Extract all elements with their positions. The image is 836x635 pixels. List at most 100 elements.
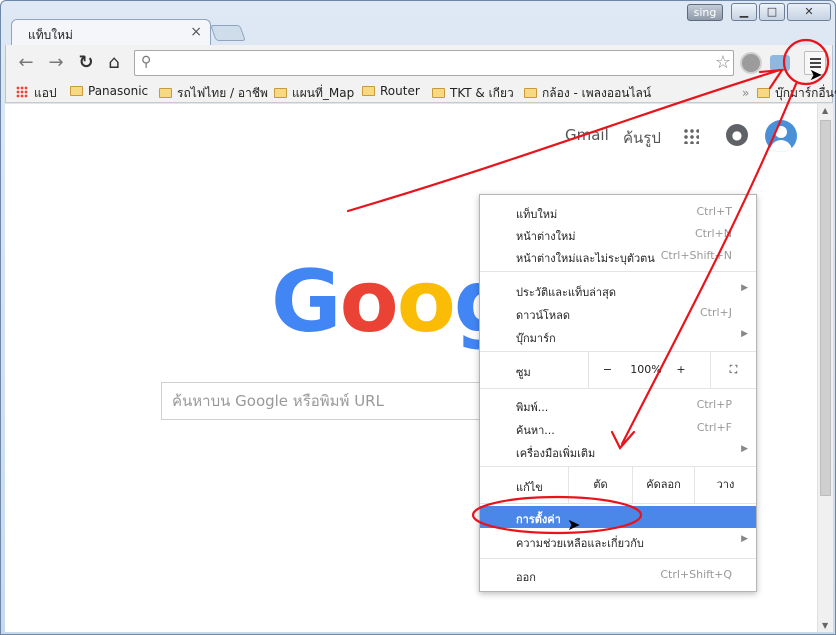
- menu-item-print[interactable]: พิมพ์... Ctrl+P: [480, 394, 756, 416]
- menu-label: หน้าต่างใหม่และไม่ระบุตัวตน: [516, 252, 655, 265]
- bookmark-folder-tkt[interactable]: TKT & เกียว: [432, 84, 514, 103]
- browser-window: แท็บใหม่ × sing ▁ □ ✕ ← → ↻ ⌂ ⚲ ☆ แอป Pa…: [0, 0, 836, 635]
- menu-shortcut: Ctrl+T: [696, 205, 732, 218]
- bookmark-folder-camera[interactable]: กล้อง - เพลงออนไลน์: [524, 84, 651, 103]
- menu-separator: [480, 558, 756, 559]
- bookmark-folder-railway[interactable]: รถไฟไทย / อาชีพ: [159, 84, 268, 103]
- menu-item-new-window[interactable]: หน้าต่างใหม่ Ctrl+N: [480, 223, 756, 245]
- close-window-button[interactable]: ✕: [787, 3, 831, 21]
- forward-arrow-icon[interactable]: →: [46, 53, 66, 73]
- menu-edit-row: แก้ไข ตัด คัดลอก วาง: [480, 467, 756, 503]
- logo-letter: o: [396, 252, 456, 352]
- bookmark-label: TKT & เกียว: [450, 86, 514, 100]
- menu-item-help[interactable]: ความช่วยเหลือและเกี่ยวกับ ▶: [480, 530, 756, 552]
- fullscreen-icon[interactable]: ⛶: [710, 352, 756, 388]
- address-bar[interactable]: ⚲ ☆: [134, 50, 734, 76]
- notifications-bell-icon[interactable]: ●: [726, 124, 748, 146]
- menu-item-settings[interactable]: การตั้งค่า: [480, 506, 756, 528]
- menu-item-bookmarks[interactable]: บุ๊กมาร์ก ▶: [480, 325, 756, 347]
- bookmark-other[interactable]: » บุ๊กมาร์กอื่นๆ: [742, 84, 836, 103]
- reload-icon[interactable]: ↻: [76, 53, 96, 73]
- menu-shortcut: Ctrl+Shift+Q: [660, 568, 732, 581]
- search-input[interactable]: [162, 383, 490, 419]
- menu-item-downloads[interactable]: ดาวน์โหลด Ctrl+J: [480, 302, 756, 324]
- menu-item-history[interactable]: ประวัติและแท็บล่าสุด ▶: [480, 279, 756, 301]
- camera-extension-icon[interactable]: [770, 55, 790, 71]
- account-avatar[interactable]: [765, 120, 797, 152]
- minimize-button[interactable]: ▁: [731, 3, 757, 21]
- gmail-link[interactable]: Gmail: [565, 126, 609, 144]
- menu-shortcut: Ctrl+Shift+N: [660, 249, 732, 262]
- extension-icon[interactable]: [740, 52, 762, 74]
- profile-badge[interactable]: sing: [687, 4, 723, 21]
- tab-title: แท็บใหม่: [28, 28, 73, 42]
- zoom-label: ซูม: [516, 366, 531, 379]
- menu-label: การตั้งค่า: [516, 513, 561, 526]
- apps-grid-icon: [16, 86, 28, 98]
- folder-icon: [362, 86, 375, 96]
- folder-icon: [274, 88, 287, 98]
- scroll-up-arrow-icon[interactable]: ▲: [822, 106, 828, 115]
- bookmark-label: กล้อง - เพลงออนไลน์: [542, 86, 652, 100]
- logo-letter: o: [339, 252, 399, 352]
- bookmark-folder-router[interactable]: Router: [362, 84, 420, 98]
- folder-icon: [757, 88, 771, 98]
- google-apps-icon[interactable]: [683, 128, 699, 144]
- folder-icon: [432, 88, 445, 98]
- mouse-cursor-icon: ➤: [809, 65, 823, 84]
- menu-separator: [480, 271, 756, 272]
- vertical-scrollbar[interactable]: ▲ ▼: [817, 104, 833, 632]
- folder-icon: [524, 88, 537, 98]
- menu-item-incognito[interactable]: หน้าต่างใหม่และไม่ระบุตัวตน Ctrl+Shift+N: [480, 245, 756, 267]
- maximize-button[interactable]: □: [759, 3, 785, 21]
- menu-separator: [480, 503, 756, 504]
- bookmark-star-icon[interactable]: ☆: [715, 52, 731, 73]
- images-link[interactable]: ค้นรูป: [623, 126, 661, 150]
- paste-button[interactable]: วาง: [694, 467, 756, 503]
- scroll-down-arrow-icon[interactable]: ▼: [822, 621, 828, 630]
- menu-label: บุ๊กมาร์ก: [516, 332, 556, 345]
- bookmark-folder-map[interactable]: แผนที่_Map: [274, 84, 354, 103]
- folder-icon: [159, 88, 172, 98]
- zoom-out-button[interactable]: −: [588, 352, 626, 388]
- submenu-arrow-icon: ▶: [741, 283, 748, 293]
- menu-label: ออก: [516, 571, 536, 584]
- menu-item-new-tab[interactable]: แท็บใหม่ Ctrl+T: [480, 201, 756, 223]
- bookmark-label: รถไฟไทย / อาชีพ: [177, 86, 268, 100]
- google-logo: Goog: [271, 252, 515, 352]
- menu-item-more-tools[interactable]: เครื่องมือเพิ่มเติม ▶: [480, 440, 756, 462]
- zoom-level: 100%: [630, 363, 662, 376]
- submenu-arrow-icon: ▶: [741, 444, 748, 454]
- home-icon[interactable]: ⌂: [104, 53, 124, 73]
- logo-letter: G: [271, 252, 342, 352]
- menu-label: ประวัติและแท็บล่าสุด: [516, 286, 616, 299]
- edit-label: แก้ไข: [516, 481, 543, 494]
- browser-toolbar: ← → ↻ ⌂ ⚲ ☆: [5, 45, 833, 81]
- menu-shortcut: Ctrl+F: [696, 421, 732, 434]
- submenu-arrow-icon: ▶: [741, 329, 748, 339]
- tab-new-tab[interactable]: แท็บใหม่ ×: [11, 19, 211, 45]
- menu-item-exit[interactable]: ออก Ctrl+Shift+Q: [480, 564, 756, 586]
- bookmark-folder-panasonic[interactable]: Panasonic: [70, 84, 148, 98]
- menu-shortcut: Ctrl+P: [696, 398, 732, 411]
- search-icon: ⚲: [141, 54, 152, 70]
- menu-separator: [480, 388, 756, 389]
- google-search-box[interactable]: [161, 382, 491, 420]
- cut-button[interactable]: ตัด: [568, 467, 632, 503]
- bookmark-apps[interactable]: แอป: [16, 84, 57, 103]
- bookmark-label: Panasonic: [88, 84, 149, 98]
- menu-label: แท็บใหม่: [516, 208, 558, 221]
- menu-item-find[interactable]: ค้นหา... Ctrl+F: [480, 417, 756, 439]
- menu-shortcut: Ctrl+N: [694, 227, 732, 240]
- new-tab-button[interactable]: [210, 25, 246, 41]
- tab-close-icon[interactable]: ×: [190, 24, 202, 40]
- title-bar: แท็บใหม่ × sing ▁ □ ✕: [1, 1, 835, 45]
- bookmark-label: บุ๊กมาร์กอื่นๆ: [775, 86, 836, 100]
- back-arrow-icon[interactable]: ←: [16, 53, 36, 73]
- menu-label: ดาวน์โหลด: [516, 309, 571, 322]
- submenu-arrow-icon: ▶: [741, 534, 748, 544]
- copy-button[interactable]: คัดลอก: [632, 467, 694, 503]
- menu-shortcut: Ctrl+J: [699, 306, 732, 319]
- zoom-in-button[interactable]: +: [666, 352, 696, 388]
- scroll-thumb[interactable]: [820, 120, 831, 496]
